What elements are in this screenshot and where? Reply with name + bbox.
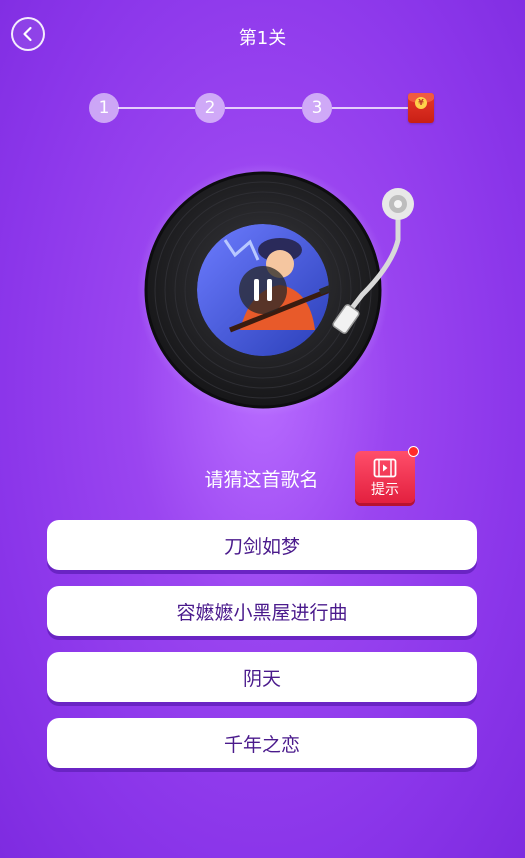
record-player — [130, 160, 430, 420]
notification-dot — [408, 446, 419, 457]
progress-line — [225, 107, 302, 109]
answer-option-4[interactable]: 千年之恋 — [47, 718, 477, 768]
level-progress: 1 2 3 ¥ — [88, 92, 438, 124]
progress-step-2: 2 — [195, 93, 225, 123]
answer-option-3[interactable]: 阴天 — [47, 652, 477, 702]
hint-label: 提示 — [371, 481, 399, 498]
progress-step-3: 3 — [302, 93, 332, 123]
red-envelope-icon[interactable]: ¥ — [408, 93, 434, 123]
question-prompt-text: 请猜这首歌名 — [204, 469, 319, 491]
hint-button[interactable]: 提示 — [355, 446, 419, 503]
coin-icon: ¥ — [415, 97, 427, 109]
page-title: 第1关 — [238, 28, 287, 49]
progress-line — [118, 107, 195, 109]
video-icon — [373, 458, 397, 477]
answer-option-2[interactable]: 容嬷嬷小黑屋进行曲 — [47, 586, 477, 636]
question-prompt: 请猜这首歌名 — [0, 465, 525, 492]
progress-step-1: 1 — [89, 93, 119, 123]
progress-line — [332, 107, 408, 109]
answer-options: 刀剑如梦 容嬷嬷小黑屋进行曲 阴天 千年之恋 — [47, 520, 477, 784]
answer-option-1[interactable]: 刀剑如梦 — [47, 520, 477, 570]
pause-button[interactable] — [239, 266, 287, 314]
